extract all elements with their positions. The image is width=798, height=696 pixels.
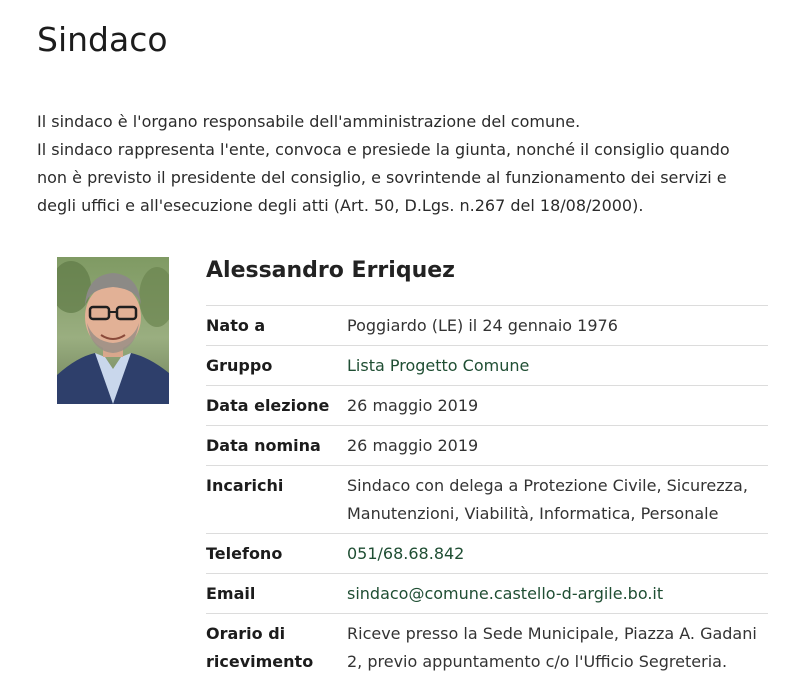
detail-label: Orario di ricevimento: [206, 624, 314, 671]
group-link[interactable]: Lista Progetto Comune: [347, 352, 768, 385]
detail-label: Gruppo: [206, 356, 273, 375]
detail-row-office-hours: Orario di ricevimento Riceve presso la S…: [206, 614, 768, 682]
intro-line-2: Il sindaco rappresenta l'ente, convoca e…: [37, 140, 730, 215]
detail-value: 26 maggio 2019: [347, 396, 479, 415]
detail-row-birth: Nato a Poggiardo (LE) il 24 gennaio 1976: [206, 306, 768, 346]
detail-label: Incarichi: [206, 476, 284, 495]
detail-row-appointment-date: Data nomina 26 maggio 2019: [206, 426, 768, 466]
detail-value: Sindaco con delega a Protezione Civile, …: [347, 476, 748, 523]
detail-value: Poggiardo (LE) il 24 gennaio 1976: [347, 316, 618, 335]
detail-value: 26 maggio 2019: [347, 436, 479, 455]
page-title: Sindaco: [37, 20, 168, 59]
person-name: Alessandro Erriquez: [206, 258, 455, 283]
portrait-photo: [57, 257, 169, 404]
detail-value: Riceve presso la Sede Municipale, Piazza…: [347, 624, 757, 671]
intro-text: Il sindaco è l'organo responsabile dell'…: [37, 108, 757, 220]
detail-label: Email: [206, 584, 256, 603]
detail-label: Nato a: [206, 316, 266, 335]
detail-row-roles: Incarichi Sindaco con delega a Protezion…: [206, 466, 768, 534]
email-link[interactable]: sindaco@comune.castello-d-argile.bo.it: [347, 580, 768, 613]
detail-row-election-date: Data elezione 26 maggio 2019: [206, 386, 768, 426]
details-table: Nato a Poggiardo (LE) il 24 gennaio 1976…: [206, 305, 768, 682]
detail-label: Data elezione: [206, 396, 330, 415]
intro-line-1: Il sindaco è l'organo responsabile dell'…: [37, 112, 581, 131]
detail-label: Data nomina: [206, 436, 321, 455]
phone-link[interactable]: 051/68.68.842: [347, 540, 768, 573]
detail-row-email: Email sindaco@comune.castello-d-argile.b…: [206, 574, 768, 614]
detail-label: Telefono: [206, 544, 283, 563]
detail-row-phone: Telefono 051/68.68.842: [206, 534, 768, 574]
detail-row-group: Gruppo Lista Progetto Comune: [206, 346, 768, 386]
